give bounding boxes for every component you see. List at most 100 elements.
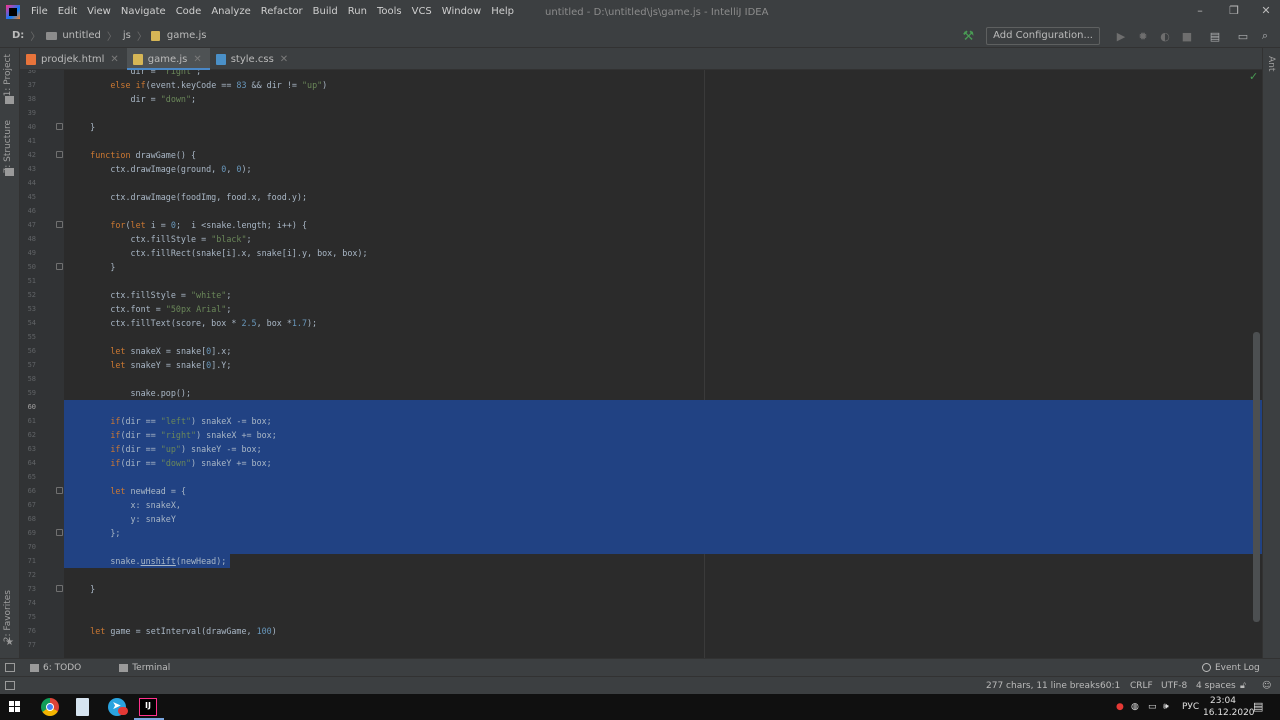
code-line[interactable]: 64 if(dir == "down") snakeY += box; [20, 456, 1262, 470]
telegram-taskbar-icon[interactable]: ➤ [108, 698, 128, 716]
favorites-tool-tab[interactable]: 2: Favorites [3, 590, 13, 642]
structure-tool-tab[interactable]: 7: Structure [3, 120, 13, 174]
code-text[interactable]: else if(event.keyCode == 83 && dir != "u… [70, 78, 327, 92]
code-text[interactable]: if(dir == "up") snakeY -= box; [70, 442, 261, 456]
code-line[interactable]: 37 else if(event.keyCode == 83 && dir !=… [20, 78, 1262, 92]
code-text[interactable]: if(dir == "down") snakeY += box; [70, 456, 271, 470]
code-line[interactable]: 41 [20, 134, 1262, 148]
code-line[interactable]: 48 ctx.fillStyle = "black"; [20, 232, 1262, 246]
code-text[interactable]: snake.pop(); [70, 386, 192, 400]
breadcrumb-drive[interactable]: D: [10, 30, 26, 41]
code-line[interactable]: 49 ctx.fillRect(snake[i].x, snake[i].y, … [20, 246, 1262, 260]
code-line[interactable]: 61 if(dir == "left") snakeX -= box; [20, 414, 1262, 428]
debug-icon[interactable]: ✹ [1132, 30, 1154, 43]
code-line[interactable]: 42 function drawGame() { [20, 148, 1262, 162]
code-text[interactable]: x: snakeX, [70, 498, 181, 512]
fold-marker-icon[interactable] [56, 487, 63, 494]
menu-refactor[interactable]: Refactor [256, 0, 308, 24]
menu-code[interactable]: Code [171, 0, 207, 24]
code-text[interactable]: let game = setInterval(drawGame, 100) [70, 624, 277, 638]
menu-navigate[interactable]: Navigate [116, 0, 171, 24]
close-tab-icon[interactable]: ✕ [280, 54, 288, 65]
code-line[interactable]: 59 snake.pop(); [20, 386, 1262, 400]
notifications-icon[interactable]: ▤ [1253, 694, 1263, 720]
code-text[interactable]: y: snakeY [70, 512, 176, 526]
code-text[interactable]: if(dir == "right") snakeX += box; [70, 428, 276, 442]
code-text[interactable]: } [70, 582, 95, 596]
code-line[interactable]: 36 dir = "right"; [20, 70, 1262, 78]
code-text[interactable]: } [70, 120, 95, 134]
search-everywhere-icon[interactable]: ⌕ [1254, 29, 1276, 43]
tray-app-icon[interactable]: ◍ [1131, 694, 1139, 720]
fold-marker-icon[interactable] [56, 221, 63, 228]
tray-chrome-icon[interactable]: ● [1116, 694, 1124, 720]
menu-tools[interactable]: Tools [372, 0, 407, 24]
line-separator[interactable]: CRLF [1130, 677, 1153, 695]
fold-marker-icon[interactable] [56, 529, 63, 536]
editor-scrollbar[interactable] [1253, 332, 1260, 622]
tray-volume-icon[interactable]: 🕪︎ [1163, 694, 1169, 720]
menu-view[interactable]: View [82, 0, 116, 24]
code-line[interactable]: 53 ctx.font = "50px Arial"; [20, 302, 1262, 316]
code-line[interactable]: 52 ctx.fillStyle = "white"; [20, 288, 1262, 302]
code-text[interactable]: let snakeY = snake[0].Y; [70, 358, 231, 372]
menu-build[interactable]: Build [308, 0, 343, 24]
code-line[interactable]: 73 } [20, 582, 1262, 596]
code-line[interactable]: 46 [20, 204, 1262, 218]
code-line[interactable]: 76 let game = setInterval(drawGame, 100) [20, 624, 1262, 638]
code-line[interactable]: 45 ctx.drawImage(foodImg, food.x, food.y… [20, 190, 1262, 204]
code-text[interactable]: function drawGame() { [70, 148, 196, 162]
ant-tool-tab[interactable]: Ant [1266, 56, 1276, 71]
input-language[interactable]: РУС [1182, 694, 1199, 720]
close-tab-icon[interactable]: ✕ [110, 54, 118, 65]
code-line[interactable]: 51 [20, 274, 1262, 288]
stop-icon[interactable]: ■ [1176, 30, 1198, 43]
run-icon[interactable]: ▶ [1110, 30, 1132, 43]
favorites-star-icon[interactable]: ★ [5, 637, 14, 648]
no-problems-check-icon[interactable]: ✓ [1249, 70, 1258, 83]
code-line[interactable]: 69 }; [20, 526, 1262, 540]
restore-button[interactable]: ❐ [1218, 0, 1250, 24]
code-line[interactable]: 58 [20, 372, 1262, 386]
code-line[interactable]: 54 ctx.fillText(score, box * 2.5, box *1… [20, 316, 1262, 330]
code-line[interactable]: 68 y: snakeY [20, 512, 1262, 526]
code-line[interactable]: 43 ctx.drawImage(ground, 0, 0); [20, 162, 1262, 176]
intellij-taskbar-icon[interactable]: IJ [139, 698, 157, 716]
close-window-button[interactable]: ✕ [1250, 0, 1280, 24]
code-text[interactable]: dir = "right"; [70, 70, 202, 78]
todo-tool-button[interactable]: 6: TODO [30, 663, 81, 673]
inspector-icon[interactable]: ☺︎ [1262, 677, 1271, 695]
code-line[interactable]: 65 [20, 470, 1262, 484]
code-line[interactable]: 44 [20, 176, 1262, 190]
caret-position[interactable]: 60:1 [1100, 677, 1120, 695]
code-line[interactable]: 70 [20, 540, 1262, 554]
fold-marker-icon[interactable] [56, 123, 63, 130]
layout-toggle-icon[interactable] [5, 663, 15, 672]
code-line[interactable]: 62 if(dir == "right") snakeX += box; [20, 428, 1262, 442]
code-line[interactable]: 74 [20, 596, 1262, 610]
tray-network-icon[interactable]: ▭ [1148, 694, 1157, 720]
add-configuration-button[interactable]: Add Configuration... [986, 27, 1100, 45]
minimize-button[interactable]: – [1184, 0, 1216, 24]
chrome-taskbar-icon[interactable] [41, 698, 59, 716]
code-text[interactable]: ctx.fillRect(snake[i].x, snake[i].y, box… [70, 246, 368, 260]
code-line[interactable]: 40 } [20, 120, 1262, 134]
menu-file[interactable]: File [26, 0, 53, 24]
code-line[interactable]: 39 [20, 106, 1262, 120]
code-text[interactable]: ctx.font = "50px Arial"; [70, 302, 231, 316]
tool-windows-icon[interactable] [5, 681, 15, 690]
code-line[interactable]: 71 snake.unshift(newHead); [20, 554, 1262, 568]
notepad-taskbar-icon[interactable] [76, 698, 89, 716]
code-text[interactable]: ctx.fillStyle = "black"; [70, 232, 252, 246]
tab-prodjek-html[interactable]: prodjek.html ✕ [20, 48, 127, 70]
code-text[interactable]: }; [70, 526, 120, 540]
code-line[interactable]: 66 let newHead = { [20, 484, 1262, 498]
breadcrumb-folder-js[interactable]: js [121, 30, 133, 41]
event-log-button[interactable]: Event Log [1202, 663, 1260, 673]
tab-game-js[interactable]: game.js ✕ [126, 48, 210, 71]
code-line[interactable]: 75 [20, 610, 1262, 624]
fold-marker-icon[interactable] [56, 585, 63, 592]
code-text[interactable]: for(let i = 0; i <snake.length; i++) { [70, 218, 307, 232]
terminal-tool-button[interactable]: Terminal [119, 663, 170, 673]
menu-edit[interactable]: Edit [53, 0, 82, 24]
